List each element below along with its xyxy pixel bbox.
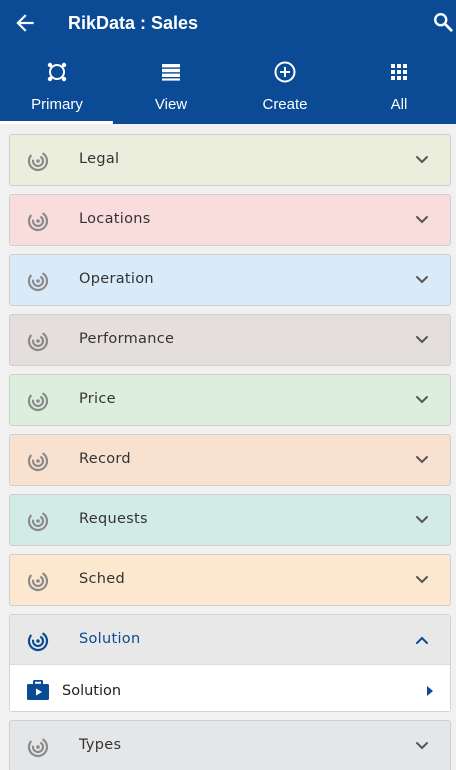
chevron-down-icon[interactable] — [414, 452, 430, 468]
add-circle-icon — [274, 61, 296, 83]
chevron-down-icon[interactable] — [414, 212, 430, 228]
chevron-down-icon[interactable] — [414, 512, 430, 528]
target-icon — [27, 450, 49, 472]
section-sched[interactable]: Sched — [9, 554, 451, 606]
target-icon — [27, 270, 49, 292]
tab-all[interactable]: All — [342, 56, 456, 124]
app-header: RikData : Sales Primary View Create All — [0, 0, 456, 124]
section-label: Solution — [79, 631, 141, 647]
section-record[interactable]: Record — [9, 434, 451, 486]
target-icon — [27, 510, 49, 532]
chevron-down-icon[interactable] — [414, 392, 430, 408]
section-label: Requests — [79, 511, 148, 527]
chevron-right-icon — [427, 686, 433, 696]
video-briefcase-icon — [27, 680, 49, 700]
section-label: Record — [79, 451, 131, 467]
tab-create[interactable]: Create — [228, 56, 342, 124]
target-icon — [27, 330, 49, 352]
section-operation[interactable]: Operation — [9, 254, 451, 306]
grid-apps-icon — [391, 64, 407, 80]
arrow-left-icon[interactable] — [12, 10, 38, 36]
section-requests[interactable]: Requests — [9, 494, 451, 546]
chevron-down-icon[interactable] — [414, 738, 430, 754]
target-icon — [27, 570, 49, 592]
tab-bar: Primary View Create All — [0, 56, 456, 124]
chevron-down-icon[interactable] — [414, 572, 430, 588]
tab-label: All — [390, 96, 408, 113]
tab-label: View — [154, 96, 188, 113]
section-header[interactable] — [10, 615, 450, 665]
section-types[interactable]: Types — [9, 720, 451, 770]
section-legal[interactable]: Legal — [9, 134, 451, 186]
section-locations[interactable]: Locations — [9, 194, 451, 246]
target-icon — [27, 210, 49, 232]
target-icon — [27, 630, 49, 652]
tab-primary[interactable]: Primary — [0, 56, 114, 124]
tab-label: Create — [262, 96, 308, 113]
section-solution[interactable]: Solution Solution — [9, 614, 451, 712]
chevron-up-icon[interactable] — [414, 632, 430, 648]
sub-item-solution[interactable]: Solution — [10, 665, 450, 711]
section-performance[interactable]: Performance — [9, 314, 451, 366]
section-label: Legal — [79, 151, 120, 167]
section-label: Locations — [79, 211, 151, 227]
focus-frame-icon — [47, 62, 67, 82]
section-price[interactable]: Price — [9, 374, 451, 426]
section-label: Operation — [79, 271, 154, 287]
tab-label: Primary — [31, 96, 83, 113]
chevron-down-icon[interactable] — [414, 332, 430, 348]
section-label: Types — [79, 737, 122, 753]
chevron-down-icon[interactable] — [414, 152, 430, 168]
chevron-down-icon[interactable] — [414, 272, 430, 288]
target-icon — [27, 150, 49, 172]
target-icon — [27, 736, 49, 758]
search-icon[interactable] — [432, 11, 454, 33]
section-label: Performance — [79, 331, 175, 347]
section-list: Legal Locations Operation Performance Price R… — [0, 124, 456, 770]
target-icon — [27, 390, 49, 412]
tab-view[interactable]: View — [114, 56, 228, 124]
list-view-icon — [162, 64, 180, 81]
sub-item-label: Solution — [62, 683, 122, 699]
page-title: RikData : Sales — [68, 13, 199, 33]
section-label: Sched — [79, 571, 125, 587]
section-label: Price — [79, 391, 116, 407]
